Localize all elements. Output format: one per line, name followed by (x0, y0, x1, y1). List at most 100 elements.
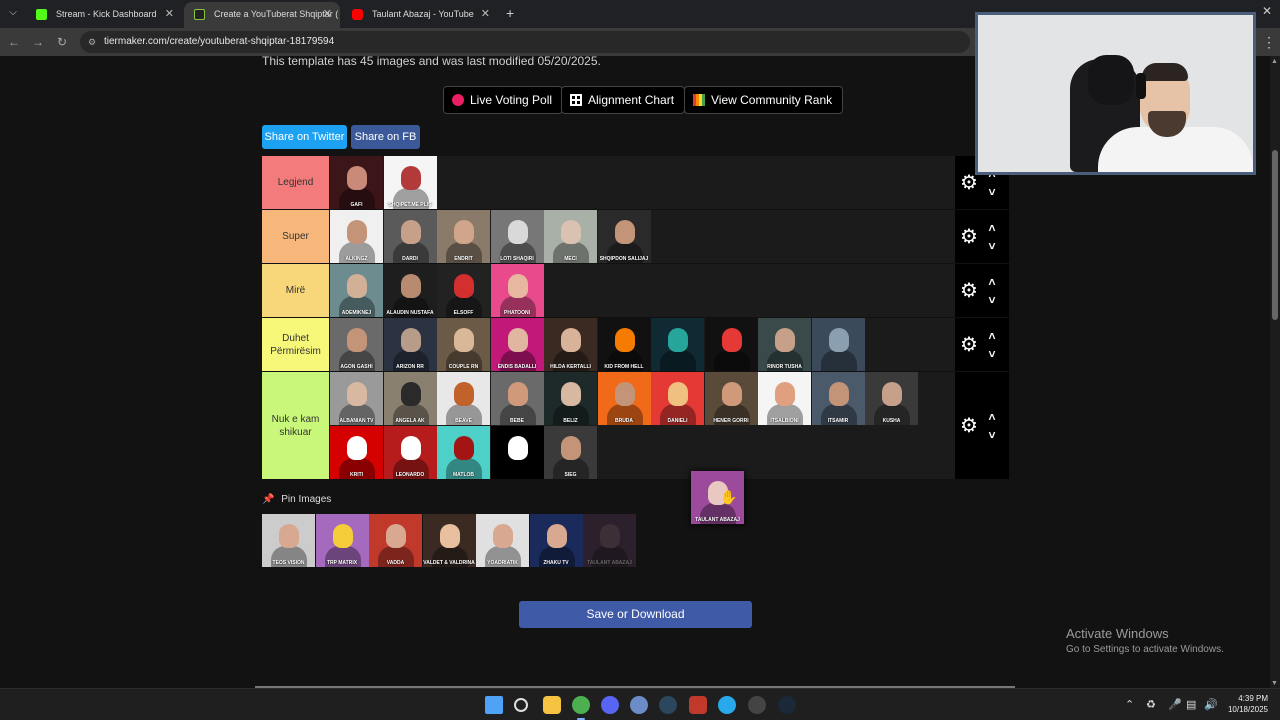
gear-icon[interactable]: ⚙ (959, 227, 979, 247)
volume-icon[interactable]: 🔊 (1204, 698, 1218, 711)
shield-app-icon[interactable] (689, 696, 707, 714)
tier-item[interactable]: BEAVE (437, 372, 490, 425)
chevron-down-icon[interactable]: ˅ (985, 348, 999, 360)
tier-item[interactable]: ALKINGZ (330, 210, 383, 263)
pin-images-toggle[interactable]: 📌 Pin Images (262, 494, 331, 505)
tier-item[interactable]: MECI (544, 210, 597, 263)
new-tab-button[interactable]: + (506, 5, 514, 21)
close-window-icon[interactable]: ✕ (1262, 4, 1272, 18)
tier-item[interactable]: ITSALBIONI (758, 372, 811, 425)
tier-label[interactable]: Mirë (262, 264, 329, 317)
file-explorer-icon[interactable] (543, 696, 561, 714)
pool-item[interactable]: VALDET & VALDRINA (422, 514, 476, 567)
tab-search-icon[interactable]: ⌵ (4, 4, 22, 22)
scroll-up-icon[interactable]: ▲ (1271, 58, 1279, 66)
app-circle-icon[interactable] (630, 696, 648, 714)
obs-icon[interactable] (748, 696, 766, 714)
discord-icon[interactable] (601, 696, 619, 714)
tier-item[interactable]: LEONARDO (383, 426, 437, 479)
tier-item[interactable]: PHATOONI (490, 264, 544, 317)
network-icon[interactable]: ▤ (1186, 698, 1196, 711)
system-clock[interactable]: 4:39 PM 10/18/2025 (1222, 693, 1268, 715)
pool-item[interactable]: YOADRIATIK (476, 514, 529, 567)
tier-item[interactable] (651, 318, 704, 371)
steam-icon-2[interactable] (778, 696, 796, 714)
tier-item[interactable]: ADEMIKNEJ (330, 264, 383, 317)
tier-item[interactable]: ENDIS BADALLI (490, 318, 544, 371)
save-or-download-button[interactable]: Save or Download (519, 601, 752, 628)
tier-item[interactable]: ENDRIT (437, 210, 490, 263)
chevron-up-icon[interactable]: ˄ (985, 411, 999, 423)
tier-item[interactable]: MATLOB (437, 426, 490, 479)
tier-label[interactable]: Duhet Përmirësim (262, 318, 329, 371)
tier-item[interactable]: SHQIPDON SALIJAJ (597, 210, 651, 263)
gear-icon[interactable]: ⚙ (959, 416, 979, 436)
gear-icon[interactable]: ⚙ (959, 281, 979, 301)
chevron-down-icon[interactable]: ˅ (985, 240, 999, 252)
pool-item[interactable]: VADDA (369, 514, 422, 567)
tier-item[interactable] (704, 318, 758, 371)
chevron-up-icon[interactable]: ˄ (985, 276, 999, 288)
alignment-chart-button[interactable]: Alignment Chart (561, 86, 686, 114)
steam-icon[interactable] (659, 696, 677, 714)
tier-item[interactable]: RINOR TUSHA (758, 318, 811, 371)
tier-item[interactable]: COUPLE RN (437, 318, 490, 371)
tier-item[interactable]: ANGELA AK (383, 372, 437, 425)
tray-chevron-icon[interactable]: ⌃ (1125, 698, 1134, 711)
tier-item[interactable] (490, 426, 544, 479)
tier-item[interactable]: DANIELI (651, 372, 704, 425)
kebab-menu-icon[interactable]: ⋮ (1262, 34, 1276, 51)
pool-item[interactable]: TRP MATRIX (315, 514, 369, 567)
tier-item[interactable]: KID FROM HELL (597, 318, 651, 371)
chrome-icon[interactable] (572, 696, 590, 714)
chevron-up-icon[interactable]: ˄ (985, 222, 999, 234)
tier-item[interactable]: BEBE (490, 372, 544, 425)
site-info-icon[interactable]: ⚙ (88, 37, 98, 47)
tier-item[interactable]: AGON GASHI (330, 318, 383, 371)
tab-youtube[interactable]: Taulant Abazaj - YouTube ✕ (342, 2, 498, 28)
tier-item[interactable]: BRUDA (597, 372, 651, 425)
tier-item[interactable]: SHQIPET.ME PLIS (383, 156, 437, 209)
scroll-down-icon[interactable]: ▼ (1271, 680, 1279, 688)
tier-item[interactable]: ELSOFF (437, 264, 490, 317)
tier-item[interactable] (811, 318, 865, 371)
chevron-down-icon[interactable]: ˅ (985, 186, 999, 198)
tier-item[interactable]: SIEG (544, 426, 597, 479)
tier-item[interactable]: HENER GORRI (704, 372, 758, 425)
close-tab-icon[interactable]: ✕ (481, 2, 490, 26)
gear-icon[interactable]: ⚙ (959, 173, 979, 193)
chevron-down-icon[interactable]: ˅ (985, 429, 999, 441)
tier-item[interactable]: ALAUDIN NUSTAFA (383, 264, 437, 317)
tier-item[interactable]: KRITI (330, 426, 383, 479)
url-input[interactable]: ⚙ tiermaker.com/create/youtuberat-shqipt… (80, 31, 970, 53)
live-voting-poll-button[interactable]: Live Voting Poll (443, 86, 564, 114)
share-fb-button[interactable]: Share on FB (351, 125, 420, 149)
view-community-rank-button[interactable]: View Community Rank (684, 86, 844, 114)
tier-item[interactable]: GAFI (330, 156, 383, 209)
forward-arrow-icon[interactable]: → (30, 34, 46, 50)
share-twitter-button[interactable]: Share on Twitter (262, 125, 347, 149)
pool-item[interactable]: TEOS VISION (262, 514, 315, 567)
tier-label[interactable]: Nuk e kam shikuar (262, 372, 329, 479)
tier-label[interactable]: Legjend (262, 156, 329, 209)
microphone-icon[interactable]: 🎤 (1168, 698, 1182, 711)
tier-item[interactable]: HILDA KERTALLI (544, 318, 597, 371)
chevron-down-icon[interactable]: ˅ (985, 294, 999, 306)
tier-item[interactable]: LOTI SHAQIRI (490, 210, 544, 263)
tab-tiermaker[interactable]: Create a YouTuberat Shqiptar ( ✕ (184, 2, 340, 28)
tier-item[interactable]: ARIZON RR (383, 318, 437, 371)
back-arrow-icon[interactable]: ← (6, 34, 22, 50)
search-icon[interactable] (514, 698, 528, 712)
tier-item[interactable]: ITSAMIR (811, 372, 865, 425)
close-tab-icon[interactable]: ✕ (323, 2, 332, 26)
tier-item[interactable]: BELIZ (544, 372, 597, 425)
pool-item[interactable]: ZHAKU TV (529, 514, 583, 567)
reload-icon[interactable]: ↻ (54, 34, 70, 50)
tier-item[interactable]: ALBANIAN TV (330, 372, 383, 425)
tray-app-icon[interactable]: ♻ (1146, 698, 1156, 711)
tab-kick-dashboard[interactable]: Stream - Kick Dashboard ✕ (26, 2, 182, 28)
windows-start-icon[interactable] (485, 696, 503, 714)
gear-icon[interactable]: ⚙ (959, 335, 979, 355)
scrollbar-thumb[interactable] (1272, 150, 1278, 320)
tier-label[interactable]: Super (262, 210, 329, 263)
